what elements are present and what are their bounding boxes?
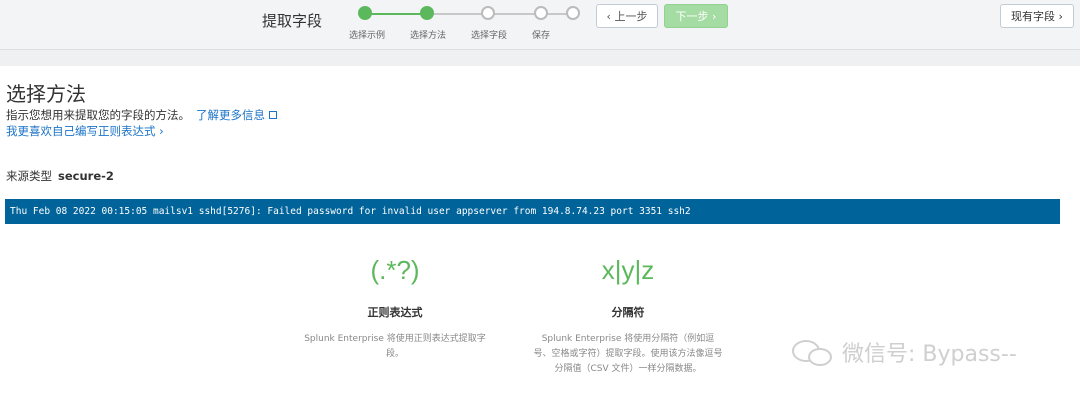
wizard-title: 提取字段 bbox=[262, 12, 323, 30]
page-title: 选择方法 bbox=[6, 82, 86, 106]
method-regex-option[interactable]: (.*?) 正则表达式 Splunk Enterprise 将使用正则表达式提取… bbox=[300, 255, 490, 362]
wizard-header: 提取字段 选择示例 选择方法 选择字段 保存 ‹ 上一步 下一步 › 现有字段 … bbox=[0, 0, 1080, 50]
method-regex-description: Splunk Enterprise 将使用正则表达式提取字段。 bbox=[304, 334, 486, 359]
watermark-text: 微信号: Bypass-- bbox=[842, 342, 1017, 367]
step-connector-done bbox=[365, 13, 427, 15]
previous-button[interactable]: ‹ 上一步 bbox=[596, 4, 658, 28]
write-regex-link[interactable]: 我更喜欢自己编写正则表达式 › bbox=[6, 123, 164, 139]
method-regex-name: 正则表达式 bbox=[367, 306, 423, 319]
source-type: 来源类型 secure-2 bbox=[6, 168, 114, 184]
header-divider bbox=[0, 50, 1080, 66]
step-2-dot bbox=[420, 6, 434, 20]
description-text: 指示您想用来提取您的字段的方法。 bbox=[6, 108, 190, 122]
step-connector-pending bbox=[427, 13, 574, 15]
learn-more-link[interactable]: 了解更多信息 bbox=[196, 108, 265, 122]
step-label-select-fields: 选择字段 bbox=[470, 31, 508, 41]
step-3-dot bbox=[481, 6, 495, 20]
source-type-value: secure-2 bbox=[58, 169, 114, 183]
source-type-label: 来源类型 bbox=[6, 169, 52, 183]
existing-fields-button[interactable]: 现有字段 › bbox=[1000, 4, 1074, 28]
step-label-save: 保存 bbox=[531, 31, 551, 41]
next-button[interactable]: 下一步 › bbox=[664, 4, 728, 28]
external-link-icon bbox=[269, 111, 277, 119]
step-1-dot bbox=[358, 6, 372, 20]
watermark: 微信号: Bypass-- bbox=[792, 336, 1017, 368]
wizard-steps: 选择示例 选择方法 选择字段 保存 bbox=[349, 6, 588, 46]
method-delimiter-name: 分隔符 bbox=[611, 306, 645, 319]
delimiter-icon: x|y|z bbox=[601, 255, 655, 285]
page-description: 指示您想用来提取您的字段的方法。 了解更多信息 bbox=[6, 107, 277, 123]
regex-icon: (.*?) bbox=[370, 255, 420, 285]
step-label-select-sample: 选择示例 bbox=[348, 31, 386, 41]
step-4-dot bbox=[534, 6, 548, 20]
method-delimiter-option[interactable]: x|y|z 分隔符 Splunk Enterprise 将使用分隔符（例如逗号、… bbox=[533, 255, 723, 377]
wechat-icon bbox=[792, 336, 834, 368]
step-end-dot bbox=[566, 6, 580, 20]
method-delimiter-description: Splunk Enterprise 将使用分隔符（例如逗号、空格或字符）提取字段… bbox=[533, 334, 723, 374]
step-label-select-method: 选择方法 bbox=[409, 31, 447, 41]
sample-event: Thu Feb 08 2022 00:15:05 mailsv1 sshd[52… bbox=[5, 199, 1060, 224]
